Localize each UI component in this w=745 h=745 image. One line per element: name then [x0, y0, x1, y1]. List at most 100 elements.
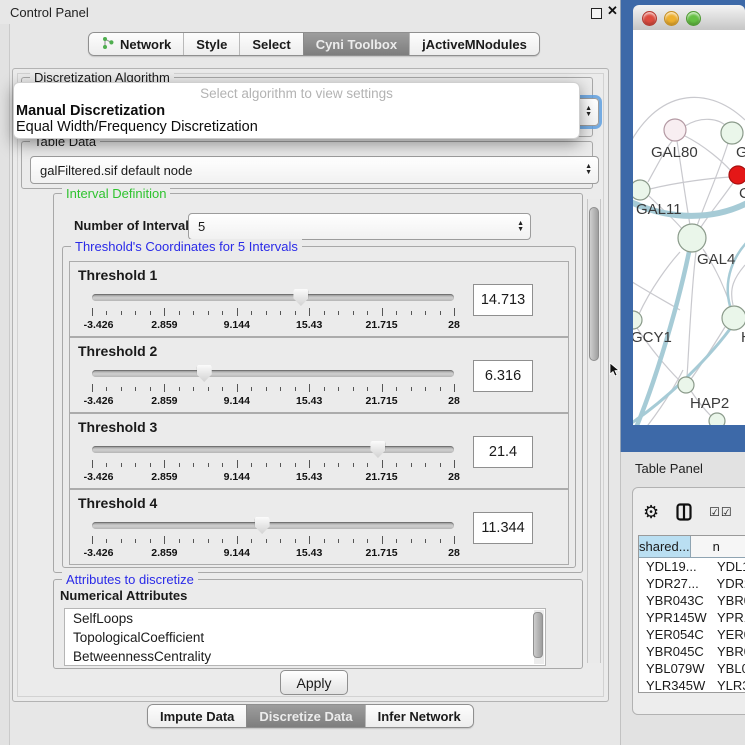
slider-track[interactable]	[92, 446, 454, 453]
table-row[interactable]: YBR043CYBR0	[639, 592, 745, 609]
list-scrollbar[interactable]	[534, 610, 544, 664]
tab-jactivemnodules[interactable]: jActiveMNodules	[409, 33, 539, 55]
group-title: Interval Definition	[62, 186, 170, 201]
network-node[interactable]	[709, 413, 725, 425]
tab-discretize-data[interactable]: Discretize Data	[246, 705, 364, 727]
threshold-value-field[interactable]: 11.344	[473, 512, 533, 544]
tick-mark	[150, 539, 151, 543]
slider-thumb[interactable]	[370, 441, 385, 458]
node-table[interactable]: shared... n YDL19...YDL1YDR27...YDR2YBR0…	[638, 535, 745, 693]
gear-icon[interactable]: ⚙	[643, 503, 659, 521]
num-intervals-combobox[interactable]: 5 ▲▼	[188, 213, 531, 240]
table-row[interactable]: YLR345WYLR3	[639, 677, 745, 693]
panel-left-gutter	[0, 24, 10, 745]
tick-mark	[309, 308, 310, 316]
scale-label: 28	[448, 471, 460, 483]
scale-label: 28	[448, 395, 460, 407]
content-scrollbar-thumb[interactable]	[589, 207, 599, 361]
interval-definition-group: Interval Definition Number of Intervals …	[53, 193, 583, 573]
table-row[interactable]: YER054CYER0	[639, 626, 745, 643]
tick-mark	[193, 539, 194, 543]
tick-mark	[324, 311, 325, 315]
table-row[interactable]: YDR27...YDR2	[639, 575, 745, 592]
tab-infer-network[interactable]: Infer Network	[365, 705, 473, 727]
table-data-combobox[interactable]: galFiltered.sif default node ▲▼	[30, 156, 599, 184]
apply-button[interactable]: Apply	[280, 670, 348, 695]
tick-mark	[425, 463, 426, 467]
slider-thumb[interactable]	[197, 365, 212, 382]
minimize-traffic-light-icon[interactable]	[664, 11, 679, 26]
cell-name: YLR3	[712, 678, 745, 693]
tick-mark	[280, 463, 281, 467]
tick-mark	[106, 387, 107, 391]
slider-ticks	[92, 460, 454, 469]
table-row[interactable]: YDL19...YDL1	[639, 558, 745, 575]
group-title: Threshold's Coordinates for 5 Intervals	[71, 239, 302, 254]
network-node-gal11[interactable]	[633, 180, 650, 200]
network-edge	[691, 327, 725, 379]
cell-name: YPR1	[712, 610, 745, 625]
network-node-gal80[interactable]	[664, 119, 686, 141]
attribute-item-topologicalcoefficient[interactable]: TopologicalCoefficient	[65, 628, 545, 647]
tick-mark	[382, 308, 383, 316]
tab-select[interactable]: Select	[239, 33, 302, 55]
network-node-gcy1[interactable]	[633, 311, 642, 329]
tick-mark	[280, 387, 281, 391]
tick-mark	[309, 536, 310, 544]
split-columns-icon[interactable]	[676, 503, 692, 521]
cell-shared-name: YBR043C	[639, 593, 712, 608]
slider-track[interactable]	[92, 370, 454, 377]
table-row[interactable]: YPR145WYPR1	[639, 609, 745, 626]
network-node-ga[interactable]	[721, 122, 743, 144]
slider-thumb[interactable]	[255, 517, 270, 534]
numerical-attributes-list[interactable]: SelfLoopsTopologicalCoefficientBetweenne…	[64, 608, 546, 666]
tab-impute-data[interactable]: Impute Data	[148, 705, 246, 727]
column-header-shared-name[interactable]: shared...	[639, 536, 691, 557]
tab-network[interactable]: Network	[89, 33, 183, 55]
column-header-name[interactable]: n	[691, 536, 745, 557]
threshold-slider-3[interactable]: -3.4262.8599.14415.4321.71528	[92, 440, 454, 486]
tick-mark	[121, 539, 122, 543]
threshold-slider-1[interactable]: -3.4262.8599.14415.4321.71528	[92, 288, 454, 334]
slider-track[interactable]	[92, 522, 454, 529]
tick-mark	[179, 311, 180, 315]
threshold-panel-3: Threshold 3-3.4262.8599.14415.4321.71528…	[69, 413, 569, 489]
tick-mark	[179, 387, 180, 391]
network-node-h[interactable]	[722, 306, 745, 330]
content-scrollbar[interactable]	[587, 199, 601, 663]
slider-thumb[interactable]	[293, 289, 308, 306]
attribute-item-betweennesscentrality[interactable]: BetweennessCentrality	[65, 647, 545, 666]
tick-mark	[338, 463, 339, 467]
list-scrollbar-thumb[interactable]	[533, 612, 543, 658]
table-row[interactable]: YBL079WYBL0	[639, 660, 745, 677]
tick-mark	[222, 463, 223, 467]
network-node-gal4[interactable]	[678, 224, 706, 252]
network-node-hap2[interactable]	[678, 377, 694, 393]
threshold-value-field[interactable]: 21.4	[473, 436, 533, 468]
minimize-icon[interactable]	[591, 8, 602, 19]
algorithm-dropdown-popup: Select algorithm to view settings Manual…	[13, 82, 580, 139]
attribute-item-selfloops[interactable]: SelfLoops	[65, 609, 545, 628]
network-view-canvas[interactable]: GAL80GACGAL11GAL4GCY1HHAP2	[633, 30, 745, 425]
table-row[interactable]: YBR045CYBR0	[639, 643, 745, 660]
tick-mark	[266, 387, 267, 391]
close-icon[interactable]: ✕	[607, 3, 618, 19]
threshold-value-field[interactable]: 14.713	[473, 284, 533, 316]
algorithm-option-equal-width-frequency-discretization[interactable]: Equal Width/Frequency Discretization	[16, 119, 258, 135]
checkboxes-icon[interactable]: ☑☑	[709, 505, 733, 519]
threshold-value-field[interactable]: 6.316	[473, 360, 533, 392]
slider-track[interactable]	[92, 294, 454, 301]
tick-mark	[440, 311, 441, 315]
tick-mark	[208, 463, 209, 467]
tab-style[interactable]: Style	[183, 33, 239, 55]
algorithm-option-manual-discretization[interactable]: Manual Discretization	[16, 103, 165, 119]
network-window-titlebar[interactable]	[633, 5, 745, 31]
tab-cyni-toolbox[interactable]: Cyni Toolbox	[303, 33, 409, 55]
tick-mark	[164, 460, 165, 468]
threshold-slider-4[interactable]: -3.4262.8599.14415.4321.71528	[92, 516, 454, 562]
close-traffic-light-icon[interactable]	[642, 11, 657, 26]
threshold-slider-2[interactable]: -3.4262.8599.14415.4321.71528	[92, 364, 454, 410]
cell-name: YDL1	[712, 559, 745, 574]
network-node-c[interactable]	[729, 166, 745, 184]
zoom-traffic-light-icon[interactable]	[686, 11, 701, 26]
